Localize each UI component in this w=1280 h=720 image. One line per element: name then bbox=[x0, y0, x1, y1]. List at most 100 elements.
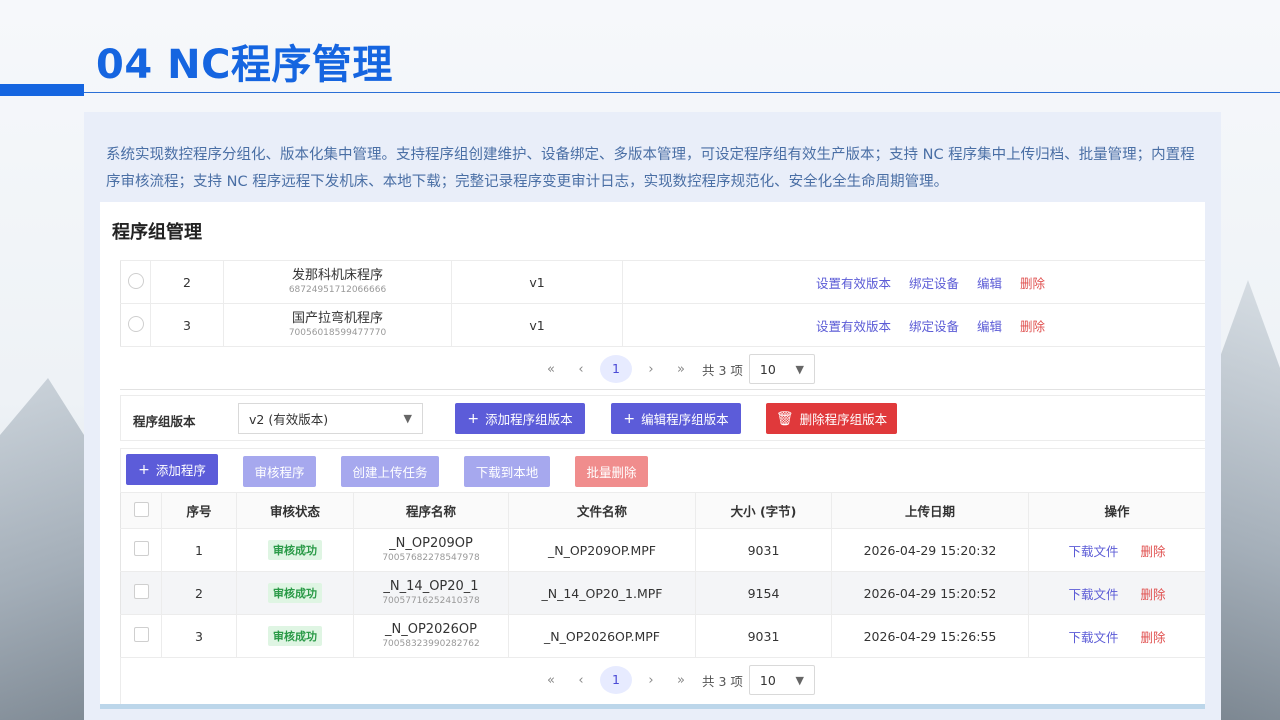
program-id: 70057716252410378 bbox=[382, 595, 480, 606]
last-page-icon[interactable]: » bbox=[666, 362, 696, 377]
divider bbox=[120, 389, 1205, 390]
page-size-select[interactable]: 10 ▼ bbox=[748, 665, 815, 695]
checkbox-cell[interactable] bbox=[120, 528, 162, 572]
row-index: 3 bbox=[150, 303, 224, 347]
status-badge: 审核成功 bbox=[268, 540, 322, 560]
group-row[interactable]: 3 国产拉弯机程序 70056018599477770 v1 设置有效版本 绑定设备 编辑删… bbox=[120, 303, 1205, 347]
download-local-button[interactable]: 下载到本地 bbox=[464, 456, 550, 487]
group-id: 70056018599477770 bbox=[288, 327, 387, 338]
program-group-card: 程序组管理 2 发那科机床程序 68724951712066666 v1 设置有效版本绑… bbox=[100, 202, 1205, 708]
file-name: _N_14_OP20_1.MPF bbox=[508, 571, 696, 615]
page-size-value: 10 bbox=[759, 361, 776, 377]
total-count: 共 3 项 bbox=[702, 362, 743, 378]
bottom-strip bbox=[100, 704, 1205, 709]
column-header: 程序名称 bbox=[353, 492, 509, 529]
group-actions: 设置有效版本 绑定设备 编辑 删除 bbox=[622, 260, 1205, 304]
group-version: v1 bbox=[451, 260, 623, 304]
program-actions: 下载文件 删除 bbox=[1028, 571, 1205, 615]
delete-link[interactable]: 删除 bbox=[1141, 587, 1166, 602]
next-page-icon[interactable]: › bbox=[636, 362, 666, 377]
column-header: 文件名称 bbox=[508, 492, 696, 529]
checkbox-cell[interactable] bbox=[120, 571, 162, 615]
batch-delete-button[interactable]: 批量删除 bbox=[575, 456, 648, 487]
download-file-link[interactable]: 下载文件 bbox=[1068, 630, 1118, 645]
page-size-value: 10 bbox=[759, 672, 776, 688]
title-rule bbox=[84, 92, 1280, 93]
first-page-icon[interactable]: « bbox=[536, 673, 566, 688]
chevron-down-icon: ▼ bbox=[795, 362, 804, 376]
download-file-link[interactable]: 下载文件 bbox=[1068, 544, 1118, 559]
group-row[interactable]: 2 发那科机床程序 68724951712066666 v1 设置有效版本 绑定设备 编辑 删… bbox=[120, 260, 1205, 304]
row-radio[interactable] bbox=[127, 315, 144, 332]
program-name-cell: _N_OP209OP 70057682278547978 bbox=[353, 528, 509, 572]
column-header: 上传日期 bbox=[831, 492, 1029, 529]
set-active-version-link[interactable]: 设置有效版本 bbox=[816, 319, 891, 334]
edit-link[interactable]: 编辑 bbox=[977, 319, 1002, 334]
next-page-icon[interactable]: › bbox=[636, 673, 666, 688]
file-name: _N_OP2026OP.MPF bbox=[508, 614, 696, 658]
first-page-icon[interactable]: « bbox=[536, 362, 566, 377]
edit-link[interactable]: 编辑 bbox=[977, 276, 1002, 291]
plus-icon: + bbox=[623, 410, 636, 427]
version-select[interactable]: v2 (有效版本) ▼ bbox=[238, 403, 423, 434]
program-row[interactable]: 1 审核成功 _N_OP209OP 70057682278547978 _N_OP209… bbox=[120, 528, 1205, 572]
create-upload-task-button[interactable]: 创建上传任务 bbox=[341, 456, 439, 487]
row-checkbox[interactable] bbox=[133, 584, 149, 599]
page-size-select[interactable]: 10 ▼ bbox=[748, 354, 815, 384]
upload-date: 2026-04-29 15:20:32 bbox=[831, 528, 1029, 572]
program-row[interactable]: 3 审核成功 _N_OP2026OP 70058323990282762 _N_OP20… bbox=[120, 614, 1205, 658]
page-title: 04 NC程序管理 bbox=[96, 42, 393, 88]
trash-icon: 🗑 bbox=[775, 410, 794, 427]
file-size: 9031 bbox=[695, 528, 832, 572]
last-page-icon[interactable]: » bbox=[666, 673, 696, 688]
group-name: 国产拉弯机程序 bbox=[291, 310, 383, 326]
bind-device-link[interactable]: 绑定设备 bbox=[909, 276, 959, 291]
program-name: _N_14_OP20_1 bbox=[383, 578, 479, 594]
delete-link[interactable]: 删除 bbox=[1020, 276, 1045, 291]
checkbox-cell[interactable] bbox=[120, 614, 162, 658]
radio-cell[interactable] bbox=[120, 260, 151, 304]
delete-link[interactable]: 删除 bbox=[1141, 630, 1166, 645]
card-title: 程序组管理 bbox=[112, 222, 202, 243]
review-program-button[interactable]: 审核程序 bbox=[243, 456, 316, 487]
program-id: 70057682278547978 bbox=[382, 552, 480, 563]
row-index: 1 bbox=[161, 528, 237, 572]
current-page[interactable]: 1 bbox=[600, 666, 632, 694]
delete-link[interactable]: 删除 bbox=[1141, 544, 1166, 559]
prev-page-icon[interactable]: ‹ bbox=[566, 362, 596, 377]
column-header: 审核状态 bbox=[236, 492, 354, 529]
delete-version-button[interactable]: 🗑 删除程序组版本 bbox=[766, 403, 897, 434]
row-checkbox[interactable] bbox=[133, 627, 149, 642]
group-name-cell: 发那科机床程序 68724951712066666 bbox=[223, 260, 452, 304]
chevron-down-icon: ▼ bbox=[795, 673, 804, 687]
select-all-checkbox[interactable] bbox=[133, 501, 149, 517]
radio-cell[interactable] bbox=[120, 303, 151, 347]
file-size: 9031 bbox=[695, 614, 832, 658]
set-active-version-link[interactable]: 设置有效版本 bbox=[816, 276, 891, 291]
total-count: 共 3 项 bbox=[702, 673, 743, 689]
group-id: 68724951712066666 bbox=[288, 284, 387, 295]
delete-link[interactable]: 删除 bbox=[1020, 319, 1045, 334]
plus-icon: + bbox=[467, 410, 480, 427]
prev-page-icon[interactable]: ‹ bbox=[566, 673, 596, 688]
status-cell: 审核成功 bbox=[236, 571, 354, 615]
status-cell: 审核成功 bbox=[236, 528, 354, 572]
download-file-link[interactable]: 下载文件 bbox=[1068, 587, 1118, 602]
add-program-button[interactable]: + 添加程序 bbox=[126, 454, 218, 485]
status-badge: 审核成功 bbox=[268, 626, 322, 646]
version-bar: 程序组版本 v2 (有效版本) ▼ + 添加程序组版本 + 编辑程序组版本 🗑 … bbox=[120, 395, 1205, 441]
row-radio[interactable] bbox=[127, 272, 144, 289]
row-index: 3 bbox=[161, 614, 237, 658]
row-checkbox[interactable] bbox=[133, 541, 149, 556]
current-page[interactable]: 1 bbox=[600, 355, 632, 383]
chevron-down-icon: ▼ bbox=[403, 412, 412, 425]
select-all-header[interactable] bbox=[120, 492, 162, 529]
bind-device-link[interactable]: 绑定设备 bbox=[909, 319, 959, 334]
group-table: 2 发那科机床程序 68724951712066666 v1 设置有效版本 绑定设备 编辑删… bbox=[120, 260, 1205, 347]
row-index: 2 bbox=[150, 260, 224, 304]
program-actions: 下载文件 删除 bbox=[1028, 528, 1205, 572]
edit-version-button[interactable]: + 编辑程序组版本 bbox=[611, 403, 741, 434]
program-row[interactable]: 2 审核成功 _N_14_OP20_1 70057716252410378 _N_14_… bbox=[120, 571, 1205, 615]
add-version-button[interactable]: + 添加程序组版本 bbox=[455, 403, 585, 434]
file-size: 9154 bbox=[695, 571, 832, 615]
